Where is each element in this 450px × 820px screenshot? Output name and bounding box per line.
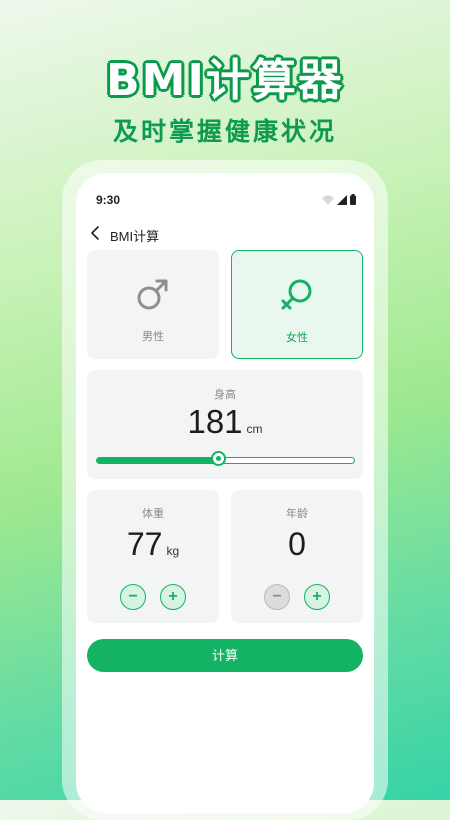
age-stepper: − +: [231, 584, 363, 610]
height-slider[interactable]: [96, 451, 355, 466]
weight-increase-button[interactable]: +: [160, 584, 186, 610]
weight-card: 体重 77 kg − +: [87, 490, 219, 623]
promo-title: BMI计算器: [106, 55, 344, 106]
age-value: 0: [288, 526, 306, 562]
height-unit: cm: [246, 422, 263, 436]
age-label: 年龄: [286, 508, 308, 520]
height-label: 身高: [214, 389, 236, 401]
chevron-left-icon[interactable]: [88, 225, 102, 241]
height-value: 181: [187, 403, 243, 440]
female-symbol-icon: [281, 279, 312, 310]
nav-bar: BMI计算: [76, 221, 374, 247]
gender-label-female: 女性: [286, 332, 308, 344]
height-slider-fill: [97, 458, 218, 463]
wifi-icon: [322, 195, 334, 205]
age-card: 年龄 0 − +: [231, 490, 363, 623]
weight-stepper: − +: [87, 584, 219, 610]
age-increase-button[interactable]: +: [304, 584, 330, 610]
age-value-row: 0: [231, 526, 363, 563]
gender-option-female[interactable]: 女性: [231, 250, 363, 359]
status-bar: 9:30: [76, 173, 374, 223]
battery-icon: [350, 194, 356, 205]
weight-decrease-button[interactable]: −: [120, 584, 146, 610]
signal-icon: [337, 195, 347, 205]
weight-value: 77: [126, 526, 163, 562]
height-card: 身高 181 cm: [87, 370, 363, 479]
gender-option-male[interactable]: 男性: [87, 250, 219, 359]
promo-subtitle: 及时掌握健康状况: [112, 117, 337, 146]
page-title: BMI计算: [110, 229, 160, 244]
height-slider-thumb[interactable]: [210, 451, 226, 466]
male-symbol-icon: [137, 279, 168, 310]
height-value-row: 181 cm: [87, 403, 363, 441]
phone-screen: 9:30 BMI计算 男性 女性 身高 181 cm 体重 77 kg − + …: [76, 173, 374, 813]
status-icons: [322, 194, 356, 205]
weight-value-row: 77 kg: [87, 526, 219, 563]
gender-label-male: 男性: [142, 331, 164, 343]
weight-label: 体重: [142, 508, 164, 520]
weight-unit: kg: [166, 544, 180, 558]
status-time: 9:30: [96, 193, 121, 207]
calculate-button[interactable]: 计算: [87, 639, 363, 672]
age-decrease-button[interactable]: −: [264, 584, 290, 610]
